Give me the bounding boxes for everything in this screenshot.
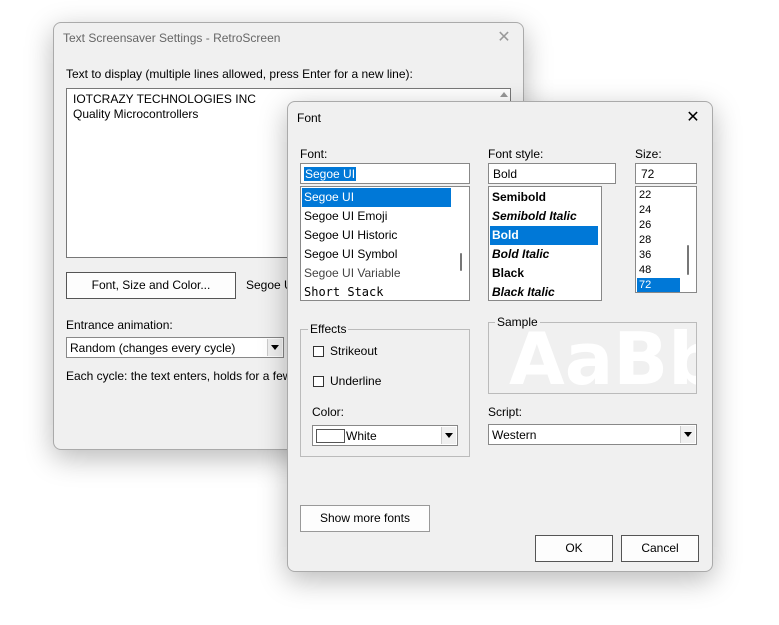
- chevron-down-icon[interactable]: [267, 339, 282, 356]
- font-style-input[interactable]: Bold: [488, 163, 616, 184]
- entrance-animation-select[interactable]: Random (changes every cycle): [66, 337, 284, 358]
- underline-checkbox[interactable]: [313, 376, 324, 387]
- font-dialog-title: Font: [297, 111, 322, 125]
- font-list[interactable]: Segoe UI Segoe UI Emoji Segoe UI Histori…: [300, 186, 470, 301]
- window-title: Text Screensaver Settings - RetroScreen: [63, 31, 281, 45]
- size-list-item[interactable]: 24: [637, 203, 680, 218]
- title-bar: Text Screensaver Settings - RetroScreen …: [54, 23, 523, 53]
- strikeout-label: Strikeout: [330, 344, 378, 358]
- scroll-up-icon[interactable]: [500, 92, 508, 97]
- text-line: Quality Microcontrollers: [73, 107, 199, 121]
- font-list-item[interactable]: Segoe UI Historic: [302, 226, 451, 245]
- font-dialog-title-bar: Font ✕: [288, 102, 712, 132]
- font-list-item[interactable]: Segoe UI Symbol: [302, 245, 451, 264]
- font-list-item[interactable]: Segoe UI Variable: [302, 264, 451, 283]
- entrance-animation-label: Entrance animation:: [66, 318, 173, 332]
- chevron-down-icon[interactable]: [441, 427, 456, 444]
- size-list[interactable]: 22 24 26 28 36 48 72: [635, 186, 697, 293]
- style-list-item[interactable]: Black: [490, 264, 598, 283]
- cancel-button[interactable]: Cancel: [621, 535, 699, 562]
- style-list-item[interactable]: Bold Italic: [490, 245, 598, 264]
- font-dialog: Font ✕ Font: Segoe UI Segoe UI Segoe UI …: [287, 101, 713, 572]
- size-value: 72: [641, 167, 655, 181]
- font-summary-text: Segoe U: [246, 278, 293, 292]
- font-name-value: Segoe UI: [304, 167, 357, 181]
- script-value: Western: [492, 428, 537, 442]
- show-more-fonts-button[interactable]: Show more fonts: [300, 505, 430, 532]
- style-list-item[interactable]: Bold: [490, 226, 598, 245]
- font-label: Font:: [300, 147, 328, 161]
- font-style-list[interactable]: Semibold Semibold Italic Bold Bold Itali…: [488, 186, 602, 301]
- sample-preview: AaBb: [489, 323, 696, 393]
- ok-button-label: OK: [565, 541, 583, 555]
- style-list-item[interactable]: Black Italic: [490, 283, 598, 300]
- cycle-description: Each cycle: the text enters, holds for a…: [66, 369, 292, 383]
- font-style-label: Font style:: [488, 147, 544, 161]
- chevron-down-icon[interactable]: [680, 426, 695, 443]
- size-list-item[interactable]: 72: [637, 278, 680, 292]
- sample-group: Sample AaBb: [488, 315, 697, 394]
- effects-group-title: Effects: [308, 322, 349, 336]
- size-list-item[interactable]: 48: [637, 263, 680, 278]
- cancel-button-label: Cancel: [641, 541, 679, 555]
- sample-text: AaBb: [509, 323, 696, 393]
- style-list-item[interactable]: Semibold: [490, 188, 598, 207]
- size-list-item[interactable]: 22: [637, 188, 680, 203]
- font-list-scrollbar[interactable]: [460, 253, 462, 271]
- script-select[interactable]: Western: [488, 424, 697, 445]
- color-label: Color:: [312, 405, 345, 419]
- font-list-item[interactable]: Short Stack: [302, 283, 451, 300]
- size-list-item[interactable]: 26: [637, 218, 680, 233]
- size-list-scrollbar[interactable]: [687, 245, 689, 275]
- text-line: IOTCRAZY TECHNOLOGIES INC: [73, 92, 256, 106]
- font-name-input[interactable]: Segoe UI: [300, 163, 470, 184]
- style-list-item[interactable]: Semibold Italic: [490, 207, 598, 226]
- font-size-color-button[interactable]: Font, Size and Color...: [66, 272, 236, 299]
- font-list-item[interactable]: Segoe UI Emoji: [302, 207, 451, 226]
- font-size-color-button-label: Font, Size and Color...: [91, 278, 211, 292]
- close-icon[interactable]: ✕: [682, 107, 704, 129]
- size-input[interactable]: 72: [635, 163, 697, 184]
- color-swatch: [316, 429, 345, 443]
- size-list-item[interactable]: 28: [637, 233, 680, 248]
- font-list-item[interactable]: Segoe UI: [302, 188, 451, 207]
- size-list-item[interactable]: 36: [637, 248, 680, 263]
- close-icon[interactable]: ✕: [493, 27, 515, 49]
- strikeout-checkbox[interactable]: [313, 346, 324, 357]
- show-more-fonts-label: Show more fonts: [319, 511, 411, 525]
- underline-label: Underline: [330, 374, 382, 388]
- font-style-value: Bold: [493, 167, 518, 181]
- effects-group: Effects Strikeout Underline Color: White: [300, 322, 470, 457]
- entrance-animation-value: Random (changes every cycle): [70, 341, 236, 355]
- text-to-display-label: Text to display (multiple lines allowed,…: [66, 67, 413, 81]
- ok-button[interactable]: OK: [535, 535, 613, 562]
- size-label: Size:: [635, 147, 662, 161]
- script-label: Script:: [488, 405, 523, 419]
- color-value: White: [346, 429, 377, 443]
- color-select[interactable]: White: [312, 425, 458, 446]
